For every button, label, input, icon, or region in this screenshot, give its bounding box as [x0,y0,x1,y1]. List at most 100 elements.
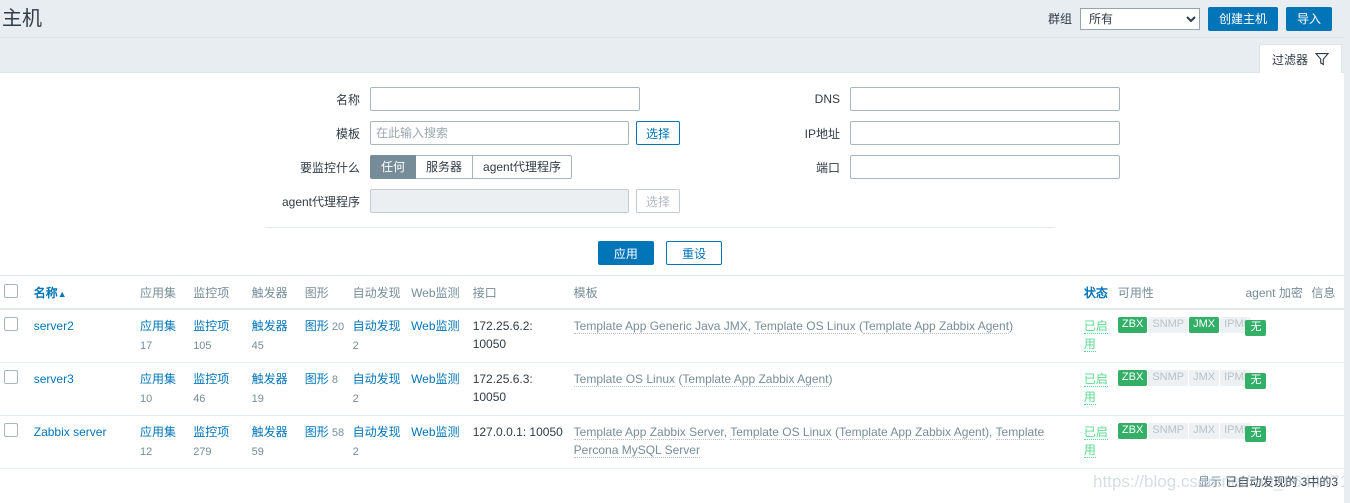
column-header-name[interactable]: 名称▲ [29,276,137,310]
template-link[interactable]: Template OS Linux [754,319,856,334]
monitored-by-option-proxy[interactable]: agent代理程序 [473,155,573,179]
filter-name-cell [370,87,680,111]
items-count: 105 [193,340,212,352]
items-cell: 监控项 279 [189,415,248,469]
row-checkbox[interactable] [4,423,18,437]
discovery-link[interactable]: 自动发现 [353,425,401,439]
discovery-cell: 自动发现 2 [348,309,408,363]
filter-name-input[interactable] [370,87,640,111]
items-count: 46 [193,393,206,405]
scrollbar-rail[interactable] [1344,0,1350,503]
hosts-page: 主机 群组 所有 创建主机 导入 过滤器 名称 DNS 模板 在此输入搜索 选择… [0,0,1350,503]
host-name-cell: server2 [29,309,137,363]
group-select[interactable]: 所有 [1079,7,1200,30]
items-cell: 监控项 105 [189,309,248,363]
triggers-link[interactable]: 触发器 [252,372,288,386]
applications-link[interactable]: 应用集 [140,319,176,333]
monitored-by-option-server[interactable]: 服务器 [416,155,474,179]
template-separator: ( [831,425,839,439]
column-header-items[interactable]: 监控项 [189,276,248,310]
template-link[interactable]: Template OS Linux [573,372,676,387]
applications-link[interactable]: 应用集 [140,372,176,386]
triggers-link[interactable]: 触发器 [252,425,288,439]
host-name-link[interactable]: Zabbix server [34,425,107,439]
monitored-by-option-any[interactable]: 任何 [370,155,417,179]
filter-proxy-cell: 选择 [370,189,680,213]
applications-link[interactable]: 应用集 [140,425,176,439]
select-all-checkbox[interactable] [4,284,18,298]
import-button[interactable]: 导入 [1285,6,1332,31]
discovery-cell: 自动发现 2 [348,415,408,469]
filter-template-cell: 选择 [370,121,680,145]
status-link[interactable]: 已启用 [1083,425,1108,458]
discovery-link[interactable]: 自动发现 [353,372,401,386]
items-link[interactable]: 监控项 [193,425,229,439]
reset-button[interactable]: 重设 [666,241,723,265]
filter-tab[interactable]: 过滤器 [1258,44,1342,73]
row-checkbox-cell [0,362,30,416]
filter-dns-input[interactable] [850,87,1120,111]
encryption-badge: 无 [1245,320,1267,336]
graphs-link[interactable]: 图形 [305,372,329,386]
create-host-button[interactable]: 创建主机 [1207,6,1278,31]
web-link[interactable]: Web监测 [411,319,459,333]
templates-cell: Template App Zabbix Server, Template OS … [569,415,1080,469]
encryption-badge: 无 [1245,426,1267,442]
column-header-discovery[interactable]: 自动发现 [348,276,408,310]
showing-count: 显示 已自动发现的 3中的3 [1198,473,1338,490]
discovery-count: 2 [352,446,359,458]
filter-port-input[interactable] [850,155,1120,179]
column-header-interface: 接口 [468,276,570,310]
template-link[interactable]: Template App Zabbix Agent [838,425,986,440]
triggers-cell: 触发器 59 [247,415,301,469]
items-count: 279 [193,446,212,458]
filter-template-input[interactable] [370,121,629,145]
graphs-link[interactable]: 图形 [305,319,329,333]
applications-cell: 应用集 17 [136,309,190,363]
graphs-link[interactable]: 图形 [305,425,329,439]
template-select-button[interactable]: 选择 [636,121,680,145]
column-header-triggers[interactable]: 触发器 [247,276,301,310]
triggers-link[interactable]: 触发器 [252,319,288,333]
availability-badge-snmp: SNMP [1148,317,1189,333]
template-link[interactable]: Template App Zabbix Agent [862,319,1010,334]
column-header-status[interactable]: 状态 [1079,276,1114,310]
filter-ip-cell [850,121,1125,145]
column-header-web[interactable]: Web监测 [407,276,469,310]
availability-cell: ZBX SNMP JMX IPMI [1113,362,1251,416]
filter-ip-label: IP地址 [804,126,840,141]
availability-badge-jmx: JMX [1189,423,1220,439]
availability-badges: ZBX SNMP JMX IPMI [1117,370,1251,386]
applications-cell: 应用集 10 [136,362,190,416]
row-checkbox[interactable] [4,370,18,384]
filter-port-cell [850,155,1125,179]
table-row: server3 应用集 10 监控项 46 触发器 19 图形 8 自动发现 2 Web监测… [0,362,1350,416]
host-name-link[interactable]: server2 [34,319,74,333]
apply-button[interactable]: 应用 [597,241,654,265]
web-cell: Web监测 [407,362,469,416]
column-header-graphs[interactable]: 图形 [300,276,349,310]
template-link[interactable]: Template OS Linux [730,425,832,440]
availability-badge-jmx: JMX [1189,370,1220,386]
template-link[interactable]: Template App Zabbix Server [573,425,724,440]
availability-badge-jmx: JMX [1189,317,1220,333]
web-link[interactable]: Web监测 [411,372,459,386]
availability-badge-zbx: ZBX [1117,317,1148,333]
template-link[interactable]: Template App Generic Java JMX [573,319,748,334]
web-link[interactable]: Web监测 [411,425,459,439]
row-checkbox[interactable] [4,317,18,331]
proxy-select-button: 选择 [636,189,680,213]
discovery-count: 2 [352,393,359,405]
column-header-applications[interactable]: 应用集 [136,276,190,310]
filter-tab-label: 过滤器 [1271,52,1308,67]
items-link[interactable]: 监控项 [193,372,229,386]
template-link[interactable]: Template App Zabbix Agent [682,372,829,387]
web-cell: Web监测 [407,415,469,469]
status-link[interactable]: 已启用 [1083,372,1108,405]
discovery-link[interactable]: 自动发现 [353,319,401,333]
status-link[interactable]: 已启用 [1083,319,1108,352]
host-name-link[interactable]: server3 [34,372,74,386]
filter-ip-input[interactable] [850,121,1120,145]
items-link[interactable]: 监控项 [193,319,229,333]
filter-actions: 应用 重设 [0,228,1350,265]
